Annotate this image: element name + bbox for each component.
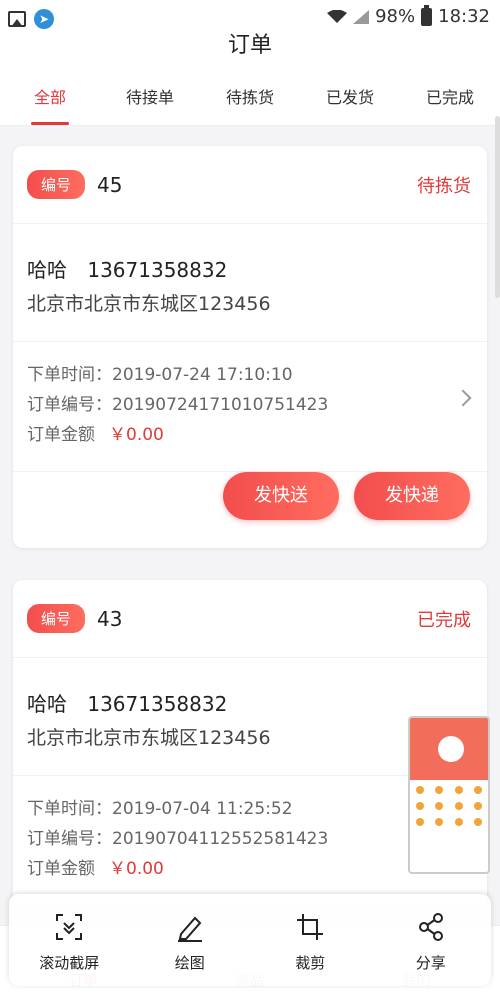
- share-icon: [418, 913, 443, 941]
- order-status: 已完成: [417, 609, 471, 631]
- screenshot-toolbar: 滚动截屏 绘图 裁剪 分享: [9, 894, 491, 986]
- order-card-header: 编号 43 已完成: [13, 580, 487, 658]
- order-number-badge: 编号: [27, 604, 86, 633]
- order-amount-label: 订单金额: [27, 859, 95, 879]
- tab-all[interactable]: 全部: [0, 70, 100, 125]
- page-title: 订单: [227, 33, 272, 58]
- send-express-button[interactable]: 发快递: [354, 472, 470, 520]
- scrollbar[interactable]: [495, 116, 500, 298]
- tab-shipped[interactable]: 已发货: [300, 70, 400, 125]
- crop-button[interactable]: 裁剪: [250, 894, 371, 986]
- order-card: 编号 45 待拣货 哈哈 13671358832 北京市北京市东城区123456…: [13, 146, 487, 548]
- order-id: 20190724171010751423: [112, 395, 329, 415]
- scroll-capture-icon: [56, 914, 83, 940]
- share-label: 分享: [415, 954, 446, 972]
- draw-button[interactable]: 绘图: [130, 894, 251, 986]
- tab-pending-accept[interactable]: 待接单: [100, 70, 200, 125]
- customer-name: 哈哈: [27, 258, 67, 282]
- pencil-icon: [177, 916, 202, 942]
- signal-icon: [353, 9, 370, 24]
- order-tabs: 全部 待接单 待拣货 已发货 已完成: [0, 70, 500, 126]
- battery-percent: 98%: [375, 6, 416, 27]
- order-amount-label: 订单金额: [27, 425, 95, 445]
- order-status: 待拣货: [417, 175, 471, 197]
- screenshot-preview-thumbnail[interactable]: [408, 716, 490, 874]
- app-notification-icon: ➤: [34, 9, 54, 29]
- customer-address: 北京市北京市东城区123456: [27, 727, 271, 749]
- send-instant-delivery-button[interactable]: 发快送: [223, 472, 339, 520]
- customer-address: 北京市北京市东城区123456: [27, 293, 271, 315]
- crop-label: 裁剪: [295, 954, 326, 972]
- order-time: 2019-07-24 17:10:10: [112, 365, 293, 385]
- order-details[interactable]: 下单时间：2019-07-24 17:10:10 订单编号：2019072417…: [13, 342, 487, 472]
- tab-pending-pick[interactable]: 待拣货: [200, 70, 300, 125]
- order-actions: 发快送 发快递: [13, 472, 487, 548]
- order-number-badge: 编号: [27, 170, 86, 199]
- order-amount: ￥0.00: [109, 425, 164, 445]
- avatar: [438, 736, 464, 762]
- order-number: 43: [97, 606, 123, 631]
- customer-phone: 13671358832: [87, 258, 228, 282]
- order-id-label: 订单编号：: [27, 829, 112, 849]
- tab-completed[interactable]: 已完成: [400, 70, 500, 125]
- app-header: 订单: [0, 34, 500, 70]
- battery-icon: [421, 4, 433, 26]
- clock: 18:32: [438, 6, 490, 27]
- order-time-label: 下单时间：: [27, 365, 112, 385]
- order-id-label: 订单编号：: [27, 395, 112, 415]
- share-button[interactable]: 分享: [371, 894, 492, 986]
- crop-icon: [297, 914, 324, 940]
- customer-name: 哈哈: [27, 692, 67, 716]
- wifi-icon: [327, 9, 348, 23]
- gallery-notification-icon: [8, 11, 26, 27]
- order-time: 2019-07-04 11:25:52: [112, 799, 293, 819]
- draw-label: 绘图: [174, 954, 205, 972]
- order-card-header: 编号 45 待拣货: [13, 146, 487, 224]
- order-id: 20190704112552581423: [112, 829, 329, 849]
- customer-info: 哈哈 13671358832 北京市北京市东城区123456: [13, 224, 487, 342]
- scroll-capture-button[interactable]: 滚动截屏: [9, 894, 130, 986]
- scroll-capture-label: 滚动截屏: [39, 954, 100, 972]
- customer-phone: 13671358832: [87, 692, 228, 716]
- order-amount: ￥0.00: [109, 859, 164, 879]
- order-time-label: 下单时间：: [27, 799, 112, 819]
- order-number: 45: [97, 172, 123, 197]
